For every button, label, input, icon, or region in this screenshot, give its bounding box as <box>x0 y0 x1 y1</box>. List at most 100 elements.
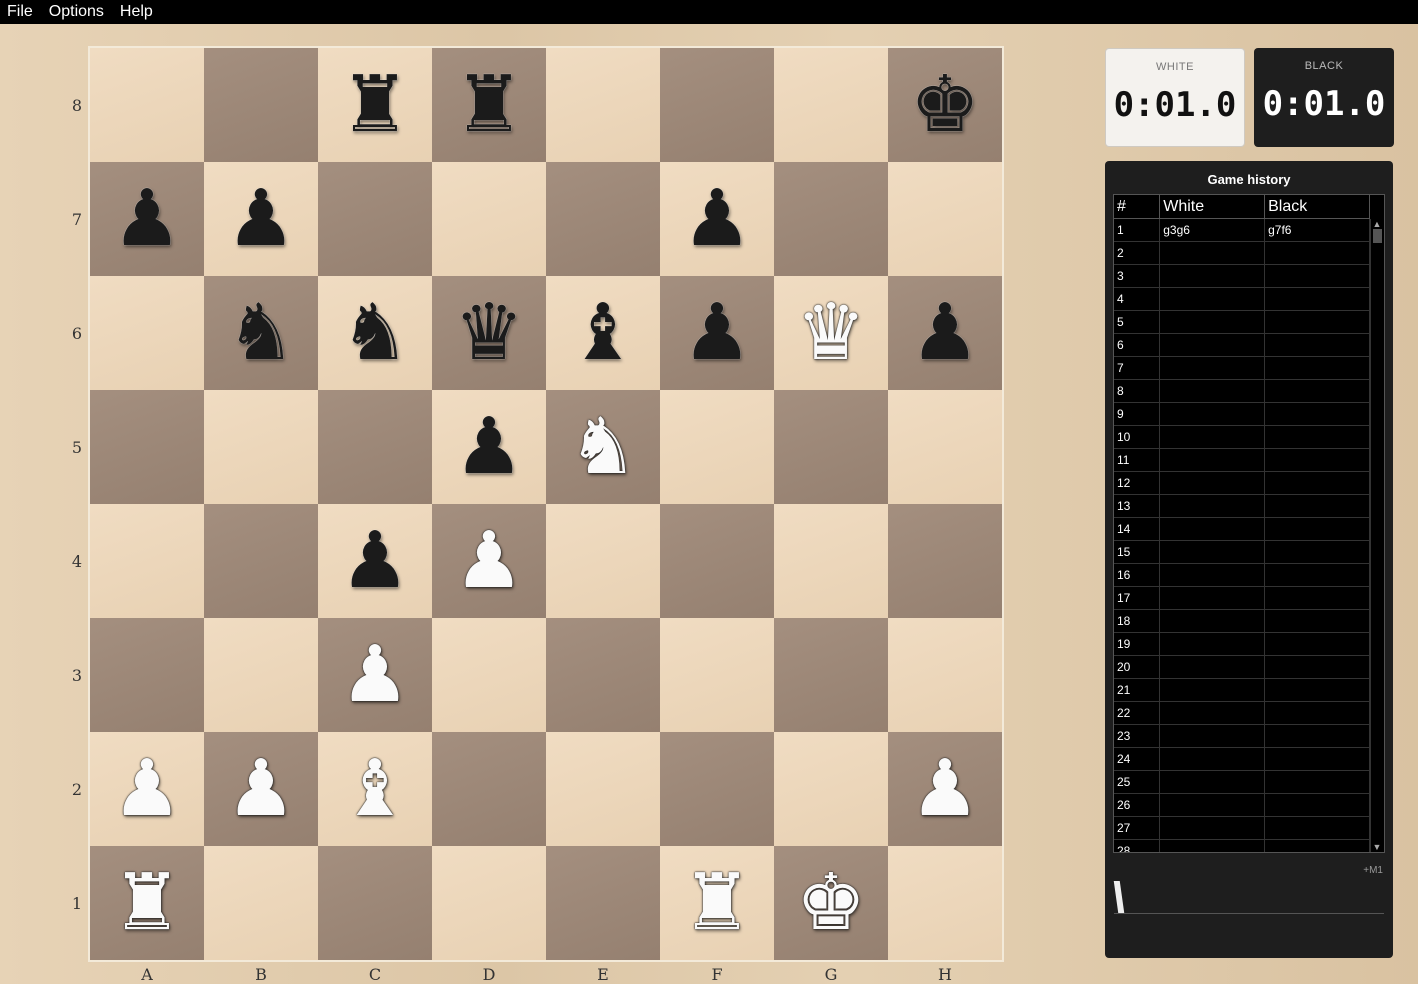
square-a6[interactable] <box>90 276 204 390</box>
menu-help[interactable]: Help <box>112 0 161 24</box>
square-a8[interactable] <box>90 48 204 162</box>
black-pawn-icon[interactable]: ♟ <box>454 408 524 486</box>
square-b4[interactable] <box>204 504 318 618</box>
square-d8[interactable]: ♜ <box>432 48 546 162</box>
black-pawn-icon[interactable]: ♟ <box>682 180 752 258</box>
square-g8[interactable] <box>774 48 888 162</box>
square-f8[interactable] <box>660 48 774 162</box>
square-f7[interactable]: ♟ <box>660 162 774 276</box>
square-b3[interactable] <box>204 618 318 732</box>
square-e7[interactable] <box>546 162 660 276</box>
white-pawn-icon[interactable]: ♟ <box>226 750 296 828</box>
square-b1[interactable] <box>204 846 318 960</box>
history-scrollbar[interactable]: ▲ ▼ <box>1370 219 1383 852</box>
history-row[interactable]: 18 <box>1114 609 1370 633</box>
history-row[interactable]: 22 <box>1114 701 1370 725</box>
square-e3[interactable] <box>546 618 660 732</box>
history-row[interactable]: 9 <box>1114 402 1370 426</box>
white-king-icon[interactable]: ♚ <box>796 864 866 942</box>
history-row[interactable]: 13 <box>1114 494 1370 518</box>
square-d5[interactable]: ♟ <box>432 390 546 504</box>
black-knight-icon[interactable]: ♞ <box>226 294 296 372</box>
history-row[interactable]: 11 <box>1114 448 1370 472</box>
square-h3[interactable] <box>888 618 1002 732</box>
square-h1[interactable] <box>888 846 1002 960</box>
square-c2[interactable]: ♝ <box>318 732 432 846</box>
history-row[interactable]: 7 <box>1114 356 1370 380</box>
history-row[interactable]: 10 <box>1114 425 1370 449</box>
history-row[interactable]: 3 <box>1114 264 1370 288</box>
black-pawn-icon[interactable]: ♟ <box>340 522 410 600</box>
square-f6[interactable]: ♟ <box>660 276 774 390</box>
black-bishop-icon[interactable]: ♝ <box>568 294 638 372</box>
white-pawn-icon[interactable]: ♟ <box>910 750 980 828</box>
white-rook-icon[interactable]: ♜ <box>682 864 752 942</box>
square-e6[interactable]: ♝ <box>546 276 660 390</box>
square-c1[interactable] <box>318 846 432 960</box>
history-row[interactable]: 21 <box>1114 678 1370 702</box>
square-g1[interactable]: ♚ <box>774 846 888 960</box>
square-a4[interactable] <box>90 504 204 618</box>
square-b6[interactable]: ♞ <box>204 276 318 390</box>
history-row[interactable]: 25 <box>1114 770 1370 794</box>
square-g5[interactable] <box>774 390 888 504</box>
menu-file[interactable]: File <box>0 0 41 24</box>
square-d7[interactable] <box>432 162 546 276</box>
square-h7[interactable] <box>888 162 1002 276</box>
black-pawn-icon[interactable]: ♟ <box>226 180 296 258</box>
square-h2[interactable]: ♟ <box>888 732 1002 846</box>
square-a2[interactable]: ♟ <box>90 732 204 846</box>
square-c6[interactable]: ♞ <box>318 276 432 390</box>
history-row[interactable]: 8 <box>1114 379 1370 403</box>
black-rook-icon[interactable]: ♜ <box>454 66 524 144</box>
square-d6[interactable]: ♛ <box>432 276 546 390</box>
square-d2[interactable] <box>432 732 546 846</box>
square-h6[interactable]: ♟ <box>888 276 1002 390</box>
square-f1[interactable]: ♜ <box>660 846 774 960</box>
square-b5[interactable] <box>204 390 318 504</box>
square-f5[interactable] <box>660 390 774 504</box>
history-row[interactable]: 12 <box>1114 471 1370 495</box>
square-e8[interactable] <box>546 48 660 162</box>
square-f3[interactable] <box>660 618 774 732</box>
white-queen-icon[interactable]: ♛ <box>796 294 866 372</box>
square-c4[interactable]: ♟ <box>318 504 432 618</box>
history-row[interactable]: 5 <box>1114 310 1370 334</box>
square-c3[interactable]: ♟ <box>318 618 432 732</box>
white-pawn-icon[interactable]: ♟ <box>454 522 524 600</box>
black-pawn-icon[interactable]: ♟ <box>910 294 980 372</box>
white-pawn-icon[interactable]: ♟ <box>112 750 182 828</box>
history-row[interactable]: 1 g3g6 g7f6 <box>1114 218 1370 242</box>
history-row[interactable]: 14 <box>1114 517 1370 541</box>
white-knight-icon[interactable]: ♞ <box>568 408 638 486</box>
white-pawn-icon[interactable]: ♟ <box>340 636 410 714</box>
history-row[interactable]: 20 <box>1114 655 1370 679</box>
scroll-up-icon[interactable]: ▲ <box>1371 219 1383 229</box>
square-c7[interactable] <box>318 162 432 276</box>
square-g6[interactable]: ♛ <box>774 276 888 390</box>
square-g3[interactable] <box>774 618 888 732</box>
square-a5[interactable] <box>90 390 204 504</box>
black-rook-icon[interactable]: ♜ <box>340 66 410 144</box>
square-a3[interactable] <box>90 618 204 732</box>
history-row[interactable]: 27 <box>1114 816 1370 840</box>
history-row[interactable]: 16 <box>1114 563 1370 587</box>
black-queen-icon[interactable]: ♛ <box>454 294 524 372</box>
black-pawn-icon[interactable]: ♟ <box>112 180 182 258</box>
history-row[interactable]: 4 <box>1114 287 1370 311</box>
square-h8[interactable]: ♚ <box>888 48 1002 162</box>
square-a1[interactable]: ♜ <box>90 846 204 960</box>
menu-options[interactable]: Options <box>41 0 112 24</box>
square-h5[interactable] <box>888 390 1002 504</box>
history-row[interactable]: 17 <box>1114 586 1370 610</box>
black-pawn-icon[interactable]: ♟ <box>682 294 752 372</box>
scroll-thumb[interactable] <box>1373 229 1382 243</box>
history-row[interactable]: 23 <box>1114 724 1370 748</box>
square-d4[interactable]: ♟ <box>432 504 546 618</box>
scroll-down-icon[interactable]: ▼ <box>1371 842 1383 852</box>
square-c8[interactable]: ♜ <box>318 48 432 162</box>
history-row[interactable]: 28 <box>1114 839 1370 852</box>
history-row[interactable]: 19 <box>1114 632 1370 656</box>
history-row[interactable]: 24 <box>1114 747 1370 771</box>
square-b2[interactable]: ♟ <box>204 732 318 846</box>
